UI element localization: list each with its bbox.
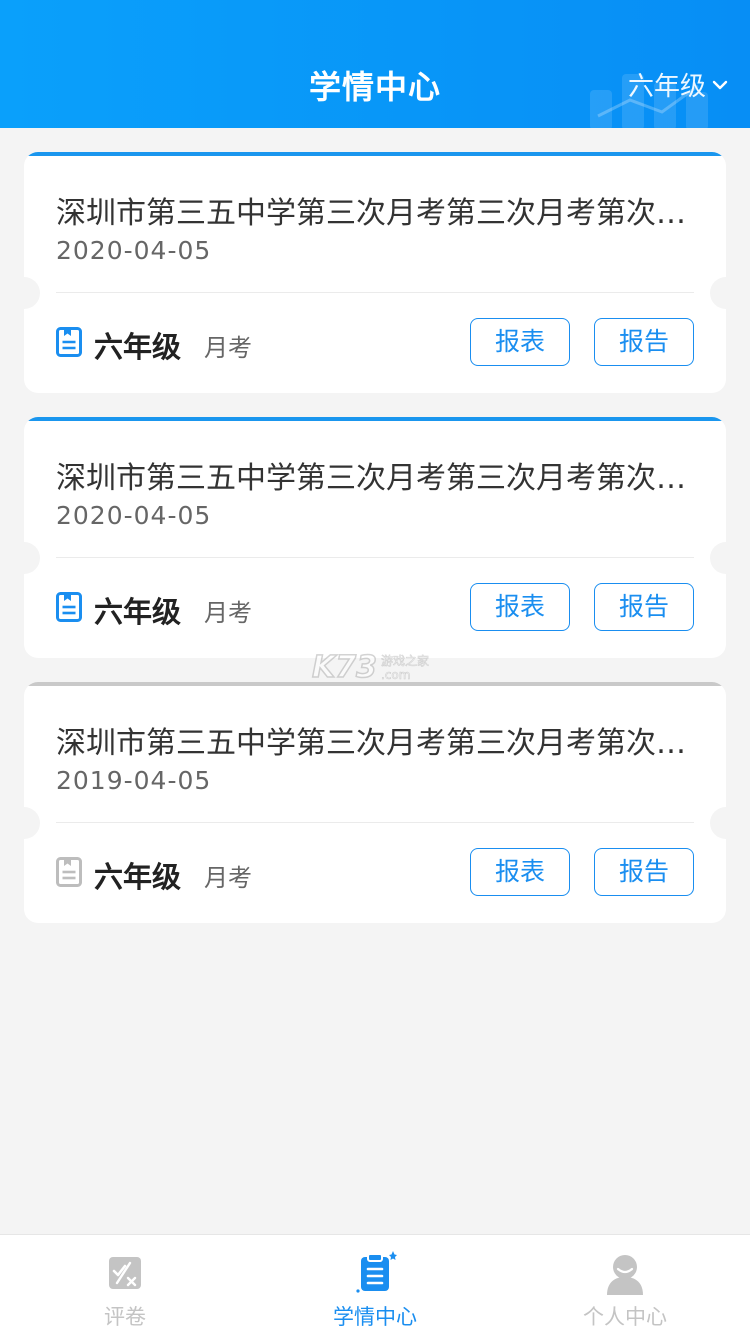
tab-profile[interactable]: 个人中心 [500, 1235, 750, 1335]
grade-label: 六年级 [94, 595, 182, 629]
clipboard-icon [356, 1251, 397, 1293]
tab-learning-center[interactable]: 学情中心 [250, 1235, 500, 1335]
exam-title: 深圳市第三五中学第三次月考第三次月考第次月考 [56, 461, 696, 496]
grade-label: 六年级 [94, 330, 182, 364]
watermark-text: 游戏之家 [381, 653, 430, 668]
document-icon [56, 327, 82, 357]
exam-title: 深圳市第三五中学第三次月考第三次月考第次月考 [56, 196, 696, 231]
grade-label: 六年级 [94, 860, 182, 894]
report-button[interactable]: 报告 [594, 848, 694, 896]
card-notch [710, 542, 726, 574]
card-notch [710, 807, 726, 839]
tab-label: 评卷 [104, 1305, 146, 1329]
card-footer: 六年级 月考 报表 报告 [56, 583, 694, 631]
divider [56, 292, 694, 293]
exam-card[interactable]: 深圳市第三五中学第三次月考第三次月考第次月考 2019-04-05 六年级 月考… [24, 682, 726, 923]
grade-selector[interactable]: 六年级 [628, 66, 728, 103]
document-icon [56, 857, 82, 887]
exam-date: 2020-04-05 [56, 501, 212, 530]
header: 学情中心 六年级 [0, 0, 750, 128]
tab-label: 个人中心 [583, 1305, 667, 1329]
card-footer: 六年级 月考 报表 报告 [56, 848, 694, 896]
card-notch [24, 807, 40, 839]
divider [56, 557, 694, 558]
card-notch [24, 277, 40, 309]
table-button[interactable]: 报表 [470, 848, 570, 896]
user-icon [607, 1255, 643, 1295]
watermark-domain: .com [381, 667, 411, 682]
exam-card[interactable]: 深圳市第三五中学第三次月考第三次月考第次月考 2020-04-05 六年级 月考… [24, 417, 726, 658]
exam-title: 深圳市第三五中学第三次月考第三次月考第次月考 [56, 726, 696, 761]
exam-type: 月考 [204, 599, 252, 627]
card-notch [24, 542, 40, 574]
exam-card[interactable]: 深圳市第三五中学第三次月考第三次月考第次月考 2020-04-05 六年级 月考… [24, 152, 726, 393]
watermark: K73 游戏之家 .com [311, 649, 430, 686]
table-button[interactable]: 报表 [470, 318, 570, 366]
exam-type: 月考 [204, 864, 252, 892]
exam-type: 月考 [204, 334, 252, 362]
watermark-logo: K73 [311, 649, 378, 686]
tab-grading[interactable]: 评卷 [0, 1235, 250, 1335]
document-icon [56, 592, 82, 622]
card-status-bar [24, 417, 726, 421]
report-button[interactable]: 报告 [594, 318, 694, 366]
tab-bar: 评卷 学情中心 个人中心 [0, 1234, 750, 1335]
exam-date: 2019-04-05 [56, 766, 212, 795]
tab-label: 学情中心 [333, 1305, 417, 1329]
chevron-down-icon [712, 80, 728, 89]
divider [56, 822, 694, 823]
table-button[interactable]: 报表 [470, 583, 570, 631]
exam-date: 2020-04-05 [56, 236, 212, 265]
report-button[interactable]: 报告 [594, 583, 694, 631]
exam-list: 深圳市第三五中学第三次月考第三次月考第次月考 2020-04-05 六年级 月考… [24, 152, 726, 947]
card-status-bar [24, 152, 726, 156]
grading-icon [109, 1257, 141, 1289]
card-notch [710, 277, 726, 309]
card-footer: 六年级 月考 报表 报告 [56, 318, 694, 366]
grade-selector-label: 六年级 [627, 72, 706, 102]
